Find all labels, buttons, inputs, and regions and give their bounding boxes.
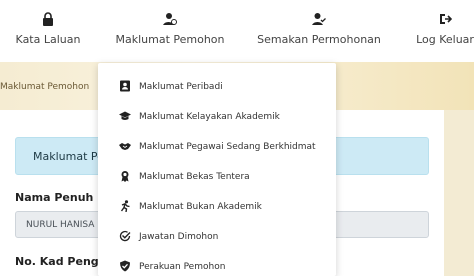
breadcrumb: Maklumat Pemohon <box>0 82 90 92</box>
sign-out-icon <box>440 14 452 24</box>
menu-item-kelayakan-akademik[interactable]: Maklumat Kelayakan Akademik <box>98 102 336 132</box>
menu-item-pegawai-berkhidmat[interactable]: Maklumat Pegawai Sedang Berkhidmat <box>98 132 336 162</box>
menu-item-label: Maklumat Peribadi <box>139 82 223 92</box>
nav-kata-laluan[interactable]: Kata Laluan <box>15 0 81 62</box>
menu-item-jawatan-dimohon[interactable]: Jawatan Dimohon <box>98 222 336 252</box>
nama-penuh-label: Nama Penuh <box>15 191 94 204</box>
menu-item-bekas-tentera[interactable]: Maklumat Bekas Tentera <box>98 162 336 192</box>
user-settings-icon <box>163 13 177 25</box>
menu-item-perakuan-pemohon[interactable]: Perakuan Pemohon <box>98 252 336 276</box>
alert-text: Maklumat Pe <box>33 150 104 163</box>
lock-icon <box>43 12 53 26</box>
id-card-icon <box>120 80 130 92</box>
shield-check-icon <box>120 260 130 272</box>
maklumat-pemohon-dropdown: Maklumat Peribadi Maklumat Kelayakan Aka… <box>98 63 336 276</box>
check-circle-icon <box>119 230 131 242</box>
handshake-icon <box>119 143 131 150</box>
menu-item-label: Maklumat Bekas Tentera <box>139 172 250 182</box>
menu-item-maklumat-peribadi[interactable]: Maklumat Peribadi <box>98 72 336 102</box>
graduation-cap-icon <box>119 111 131 120</box>
menu-item-label: Jawatan Dimohon <box>139 232 219 242</box>
nav-semakan-permohonan[interactable]: Semakan Permohonan <box>257 0 381 62</box>
user-check-icon <box>312 13 326 25</box>
top-navbar: Kata Laluan Maklumat Pemohon Semakan Per… <box>0 0 474 62</box>
nama-penuh-value: NURUL HANISA <box>26 220 95 230</box>
menu-item-label: Maklumat Bukan Akademik <box>139 202 262 212</box>
nav-kata-laluan-label: Kata Laluan <box>15 33 81 46</box>
nav-maklumat-pemohon[interactable]: Maklumat Pemohon <box>115 0 225 62</box>
nav-semakan-permohonan-label: Semakan Permohonan <box>257 33 381 46</box>
nav-log-keluar[interactable]: Log Keluar <box>416 0 474 62</box>
menu-item-label: Perakuan Pemohon <box>139 262 226 272</box>
nav-log-keluar-label: Log Keluar <box>416 33 474 46</box>
menu-item-label: Maklumat Kelayakan Akademik <box>139 112 280 122</box>
menu-item-bukan-akademik[interactable]: Maklumat Bukan Akademik <box>98 192 336 222</box>
medal-icon <box>121 171 129 182</box>
nav-maklumat-pemohon-label: Maklumat Pemohon <box>115 33 225 46</box>
running-icon <box>120 200 130 212</box>
menu-item-label: Maklumat Pegawai Sedang Berkhidmat <box>139 142 316 152</box>
